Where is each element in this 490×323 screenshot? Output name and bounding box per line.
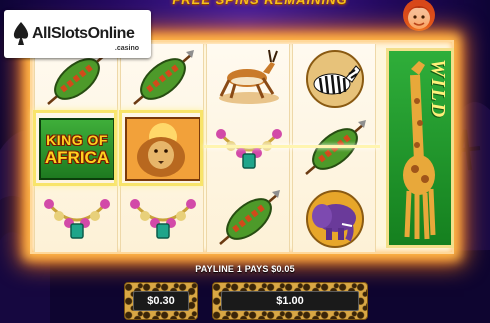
antelope-symbol xyxy=(207,44,291,114)
reel-3 xyxy=(206,44,290,252)
necklace-symbol xyxy=(207,114,291,184)
line-bet-panel[interactable]: $0.30 xyxy=(124,282,198,320)
spade-icon xyxy=(13,22,29,45)
necklace-symbol xyxy=(35,184,119,254)
wild-label: WILD xyxy=(427,59,449,120)
reel-4 xyxy=(292,44,376,252)
shield-symbol xyxy=(207,184,291,254)
necklace-symbol xyxy=(121,184,205,254)
guide-character-icon xyxy=(403,0,435,31)
shield-symbol xyxy=(293,114,377,184)
wild-giraffe-reel: WILD xyxy=(386,48,454,248)
game-stage: FREE SPINS REMAINING KING OF A xyxy=(0,0,490,323)
logo-suffix: .casino xyxy=(114,45,139,52)
win-highlight-2 xyxy=(119,110,203,186)
casino-logo: AllSlotsOnline .casino xyxy=(4,10,151,58)
win-highlight-1 xyxy=(33,110,117,186)
logo-text: AllSlotsOnline xyxy=(32,25,135,42)
elephant-symbol xyxy=(293,184,377,254)
line-bet-value: $0.30 xyxy=(133,291,189,311)
payline-1 xyxy=(204,145,380,148)
payline-win-message: PAYLINE 1 PAYS $0.05 xyxy=(195,264,295,274)
free-spins-banner: FREE SPINS REMAINING xyxy=(160,0,360,14)
zebra-symbol xyxy=(293,44,377,114)
total-bet-value: $1.00 xyxy=(221,291,359,311)
total-bet-panel[interactable]: $1.00 xyxy=(212,282,368,320)
